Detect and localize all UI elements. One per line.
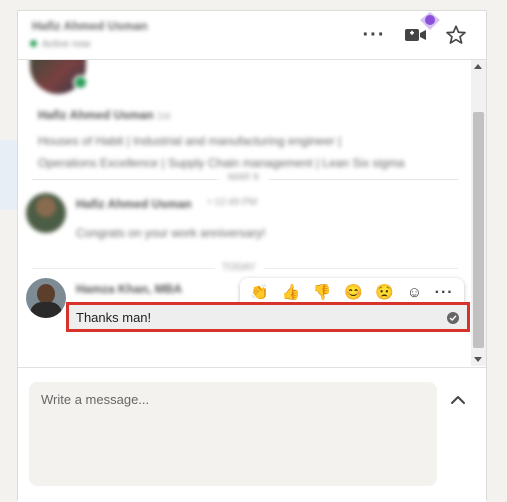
more-actions-icon[interactable]: ··· <box>435 284 454 302</box>
premium-gem-icon <box>418 11 442 31</box>
my-avatar[interactable] <box>26 278 66 318</box>
thumbs-down-reaction-icon[interactable]: 👎 <box>313 284 332 302</box>
profile-name[interactable]: Hafiz Ahmed Usman 1st <box>38 108 170 122</box>
more-options-icon[interactable]: ··· <box>362 25 386 45</box>
my-sender-name[interactable]: Hamza Khan, MBA <box>76 282 182 296</box>
message-input[interactable] <box>29 382 437 486</box>
highlighted-message[interactable]: Thanks man! <box>66 302 470 332</box>
conversation-header: Hafiz Ahmed Usman Active now ··· <box>18 11 486 60</box>
message-scrollbar[interactable] <box>471 60 486 366</box>
message-list: Hafiz Ahmed Usman 1st Houses of Habit | … <box>18 60 471 366</box>
chevron-up-icon[interactable] <box>448 390 468 410</box>
status-text: Active now <box>42 39 91 50</box>
message-sender-name[interactable]: Hafiz Ahmed Usman <box>76 197 192 211</box>
profile-headline-line2: Operations Excellence | Supply Chain man… <box>38 156 405 170</box>
today-divider-label: TODAY <box>214 262 264 273</box>
contact-status: Active now <box>30 39 90 50</box>
message-text: Congrats on your work anniversary! <box>76 226 266 240</box>
avatar-body-shape <box>30 302 62 318</box>
smile-reaction-icon[interactable]: 😊 <box>344 284 363 302</box>
message-composer <box>18 367 486 502</box>
sad-reaction-icon[interactable]: 😟 <box>375 284 394 302</box>
highlighted-message-text: Thanks man! <box>76 310 152 325</box>
left-background <box>0 0 18 500</box>
scrollbar-thumb[interactable] <box>473 112 484 348</box>
scroll-down-arrow-icon[interactable] <box>474 357 482 362</box>
online-dot <box>73 75 88 90</box>
connection-degree: 1st <box>156 111 171 122</box>
selected-conversation-edge <box>0 140 18 210</box>
message-timestamp: • 12:49 PM <box>208 197 258 208</box>
profile-avatar[interactable] <box>30 60 88 94</box>
avatar-head-shape <box>37 284 55 304</box>
star-icon[interactable] <box>444 23 468 47</box>
add-reaction-icon[interactable]: ☺ <box>407 284 422 302</box>
messaging-panel: Hafiz Ahmed Usman Active now ··· Hafiz A… <box>17 10 487 502</box>
read-receipt-icon <box>447 312 459 324</box>
sender-avatar[interactable] <box>26 193 66 233</box>
profile-headline-line1: Houses of Habit | Industrial and manufac… <box>38 134 342 148</box>
online-dot <box>30 40 37 47</box>
date-divider-label: MAR 9 <box>218 172 269 183</box>
scroll-up-arrow-icon[interactable] <box>474 64 482 69</box>
contact-name[interactable]: Hafiz Ahmed Usman <box>32 19 148 33</box>
profile-name-text: Hafiz Ahmed Usman <box>38 108 154 122</box>
clap-reaction-icon[interactable]: 👏 <box>250 284 269 302</box>
thumbs-up-reaction-icon[interactable]: 👍 <box>282 284 301 302</box>
